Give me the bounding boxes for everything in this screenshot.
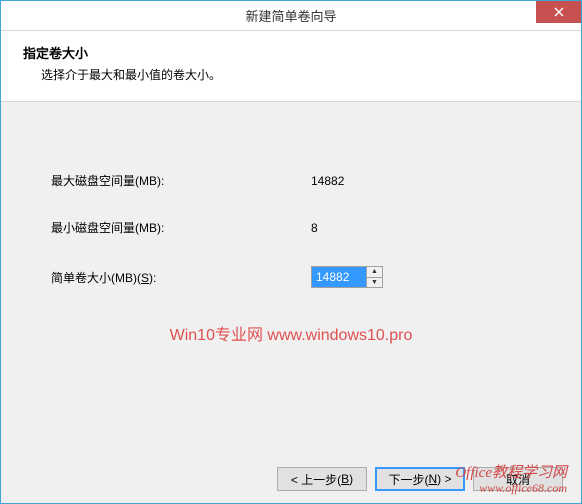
back-button-key: B [341, 472, 349, 486]
volume-size-label-key: S [141, 271, 149, 285]
max-space-value: 14882 [311, 174, 344, 188]
back-button[interactable]: < 上一步(B) [277, 467, 367, 491]
next-button-key: N [428, 472, 437, 486]
next-button-post: ) > [437, 472, 451, 486]
titlebar: 新建简单卷向导 [1, 1, 581, 31]
window-title: 新建简单卷向导 [1, 6, 581, 25]
volume-size-spinner: ▲ ▼ [311, 266, 383, 288]
volume-size-input[interactable] [312, 267, 366, 287]
close-icon [554, 7, 564, 17]
page-heading: 指定卷大小 [23, 43, 559, 62]
close-button[interactable] [536, 1, 581, 23]
next-button[interactable]: 下一步(N) > [375, 467, 465, 491]
spinner-down-button[interactable]: ▼ [367, 278, 382, 288]
min-space-value: 8 [311, 221, 318, 235]
min-space-label: 最小磁盘空间量(MB): [51, 219, 311, 236]
wizard-window: 新建简单卷向导 指定卷大小 选择介于最大和最小值的卷大小。 最大磁盘空间量(MB… [0, 0, 582, 504]
max-space-label: 最大磁盘空间量(MB): [51, 172, 311, 189]
max-space-row: 最大磁盘空间量(MB): 14882 [51, 172, 531, 189]
volume-size-label-post: ): [149, 271, 156, 285]
button-bar: < 上一步(B) 下一步(N) > 取消 [277, 467, 563, 491]
min-space-row: 最小磁盘空间量(MB): 8 [51, 219, 531, 236]
volume-size-label-pre: 简单卷大小(MB)( [51, 271, 141, 285]
header-section: 指定卷大小 选择介于最大和最小值的卷大小。 [1, 31, 581, 102]
volume-size-label: 简单卷大小(MB)(S): [51, 269, 311, 286]
content-area: 最大磁盘空间量(MB): 14882 最小磁盘空间量(MB): 8 简单卷大小(… [1, 102, 581, 432]
back-button-post: ) [349, 472, 353, 486]
volume-size-row: 简单卷大小(MB)(S): ▲ ▼ [51, 266, 531, 288]
next-button-pre: 下一步( [388, 471, 428, 488]
back-button-pre: < 上一步( [291, 471, 341, 488]
page-subheading: 选择介于最大和最小值的卷大小。 [41, 66, 559, 83]
spinner-up-button[interactable]: ▲ [367, 267, 382, 278]
spinner-buttons: ▲ ▼ [366, 267, 382, 287]
cancel-button[interactable]: 取消 [473, 467, 563, 491]
